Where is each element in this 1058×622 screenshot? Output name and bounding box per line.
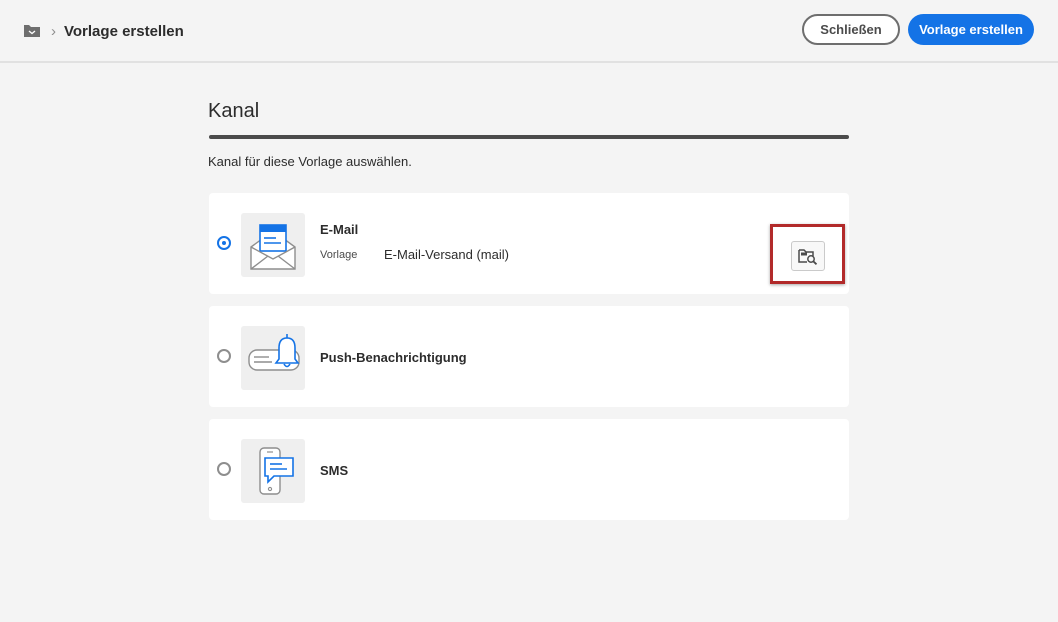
create-template-button[interactable]: Vorlage erstellen xyxy=(908,14,1034,45)
sms-phone-icon xyxy=(241,439,305,503)
folder-search-icon xyxy=(798,249,818,265)
channel-name-push: Push-Benachrichtigung xyxy=(320,350,467,365)
section-divider xyxy=(209,135,849,139)
channel-name-email: E-Mail xyxy=(320,222,359,237)
breadcrumb-separator: › xyxy=(51,22,56,40)
breadcrumb: › Vorlage erstellen xyxy=(23,18,184,44)
channel-card-sms[interactable]: SMS xyxy=(209,419,849,520)
folder-icon[interactable] xyxy=(23,24,41,38)
channel-radio-push[interactable] xyxy=(217,349,231,363)
close-button[interactable]: Schließen xyxy=(802,14,900,45)
page-title: Vorlage erstellen xyxy=(64,22,184,40)
channel-radio-sms[interactable] xyxy=(217,462,231,476)
channel-name-sms: SMS xyxy=(320,463,349,478)
browse-template-button[interactable] xyxy=(791,241,825,271)
top-bar: › Vorlage erstellen Schließen Vorlage er… xyxy=(0,0,1058,63)
section-title: Kanal xyxy=(208,100,260,122)
channel-radio-email[interactable] xyxy=(217,236,231,250)
channel-card-push[interactable]: Push-Benachrichtigung xyxy=(209,306,849,407)
section-subtitle: Kanal für diese Vorlage auswählen. xyxy=(208,154,412,169)
push-bell-icon xyxy=(241,326,305,390)
template-value: E-Mail-Versand (mail) xyxy=(384,247,509,262)
template-label: Vorlage xyxy=(320,249,358,261)
email-envelope-icon xyxy=(241,213,305,277)
channel-card-email[interactable]: E-Mail Vorlage E-Mail-Versand (mail) xyxy=(209,193,849,294)
